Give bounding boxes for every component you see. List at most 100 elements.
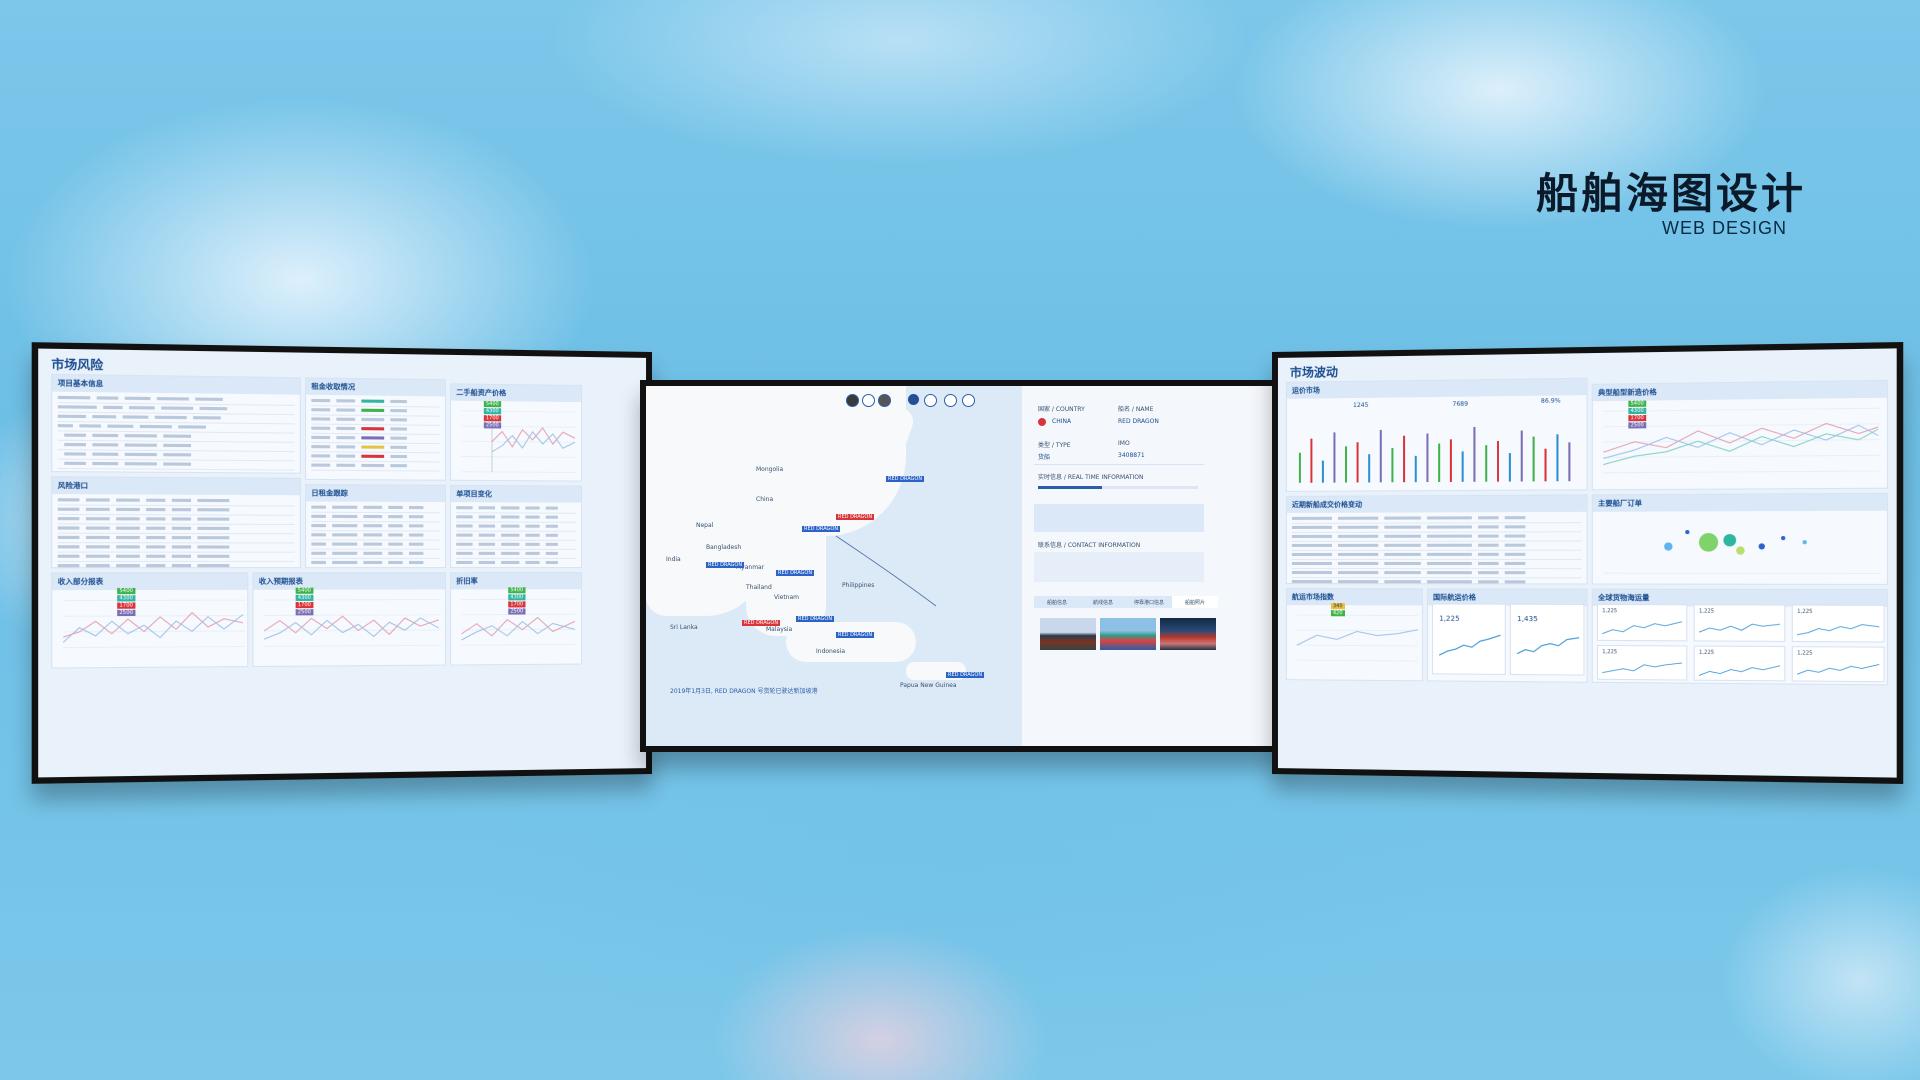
map-caption: 2019年1月3日, RED DRAGON 号货轮已驶达新加坡港 [670, 688, 818, 695]
sparkline [1437, 629, 1503, 660]
chart-bar [1403, 435, 1406, 483]
line-chart [254, 589, 445, 664]
panel-title: 运价市场 [1286, 378, 1587, 399]
legend-tag: 5400 [295, 587, 314, 594]
alert-vessel-tag[interactable]: RED DRAGON [836, 514, 875, 520]
table-row [456, 531, 576, 541]
panel-global-shipping: 全球货物海运量 1,225 1,225 1,225 1,225 1,225 1,… [1591, 588, 1888, 686]
panel-title: 近期新船成交价格变动 [1286, 495, 1587, 513]
contact-label: 联系信息 / CONTACT INFORMATION [1038, 542, 1141, 549]
sparkline [1600, 658, 1684, 679]
route-line [835, 535, 937, 607]
tab-route-info[interactable]: 航线信息 [1080, 596, 1126, 608]
table [52, 494, 299, 569]
progress-fill [1038, 486, 1102, 489]
panel-income-share: 收入部分报表 5400 4300 1700 2500 [51, 572, 249, 669]
left-monitor: 市场风险 项目基本信息 租金收取情况 二手船资产价格 5400 4300 170… [31, 342, 653, 784]
name-value: RED DRAGON [1118, 418, 1159, 425]
center-screen: Mongolia China Nepal Bangladesh India My… [646, 386, 1282, 746]
vessel-tag[interactable]: RED DRAGON [886, 476, 925, 482]
volume-card[interactable]: 1,225 [1596, 603, 1688, 642]
sparkline [1795, 618, 1881, 639]
tab-port-info[interactable]: 停靠港口信息 [1126, 596, 1172, 608]
vessel-tag[interactable]: RED DRAGON [836, 632, 875, 638]
table-row [1291, 532, 1582, 542]
legend-tag: 4300 [295, 594, 314, 601]
table [306, 395, 445, 474]
country-value: CHINA [1052, 418, 1072, 425]
legend-tag: 1700 [508, 601, 526, 608]
volume-value: 1,225 [1797, 608, 1813, 616]
panel-intl-price: 国际航运价格 1,225 1,435 [1426, 588, 1588, 683]
stat-value: 86.9% [1540, 397, 1561, 405]
vessel-tag[interactable]: RED DRAGON [776, 570, 815, 576]
imo-label: IMO [1118, 440, 1130, 447]
value-tag: 420 [1330, 610, 1345, 617]
map-view[interactable]: Mongolia China Nepal Bangladesh India My… [646, 386, 1022, 746]
table-row [1291, 550, 1582, 560]
chart-bar [1344, 446, 1348, 483]
chart-bar [1414, 455, 1417, 483]
vessel-tag[interactable]: RED DRAGON [946, 672, 985, 678]
chart-bar [1310, 438, 1313, 483]
volume-card[interactable]: 1,225 [1693, 604, 1786, 642]
layers-icon[interactable] [908, 394, 919, 405]
ship-icon[interactable] [846, 394, 859, 407]
flag-icon [1038, 418, 1046, 426]
ship-photo[interactable] [1040, 618, 1096, 650]
volume-card[interactable]: 1,225 [1693, 645, 1786, 682]
table-row [311, 521, 440, 532]
legend-tag: 2500 [1628, 422, 1646, 429]
table-row [311, 461, 440, 472]
chart-bar [1568, 442, 1571, 482]
legend-tag: 5400 [117, 587, 136, 595]
table [1287, 512, 1587, 585]
panel-title: 日租金跟踪 [306, 485, 445, 503]
panel-project-change: 单项目变化 [450, 484, 583, 569]
volume-card[interactable]: 1,225 [1596, 644, 1688, 681]
volume-card[interactable]: 1,225 [1791, 646, 1885, 683]
tab-ship-info[interactable]: 船舶信息 [1034, 596, 1080, 608]
legend-tag: 5400 [1628, 400, 1646, 407]
vessel-tag[interactable]: RED DRAGON [796, 616, 835, 622]
tab-ship-photos[interactable]: 船舶照片 [1172, 596, 1218, 608]
table-row [456, 558, 576, 569]
chart-bar [1532, 436, 1535, 482]
table-row [311, 540, 440, 550]
name-label: 船名 / NAME [1118, 406, 1154, 413]
chart-bar [1356, 442, 1359, 483]
link-icon[interactable] [944, 394, 957, 407]
sparkline [1795, 660, 1881, 682]
value-tag: 340 [1330, 603, 1345, 610]
table-row [57, 561, 295, 569]
volume-card[interactable]: 1,225 [1791, 604, 1885, 643]
panel-title: 单项目变化 [451, 485, 582, 503]
port-photo[interactable] [1100, 618, 1156, 650]
panel-title: 主要船厂订单 [1592, 493, 1887, 512]
info-icon[interactable] [962, 394, 975, 407]
vessel-tag[interactable]: RED DRAGON [802, 526, 841, 532]
globe-icon[interactable] [862, 394, 875, 407]
panel-income-forecast: 收入预期报表 5400 4300 1700 2500 [252, 572, 446, 668]
world-icon[interactable] [878, 394, 891, 407]
sparkline [1697, 659, 1782, 680]
panel-ship-price: 典型船型新造价格 5400 4300 1700 2500 [1591, 379, 1888, 491]
legend-tag: 1700 [1628, 414, 1646, 422]
panel-title: 航运市场指数 [1286, 589, 1422, 606]
price-card[interactable]: 1,225 [1432, 603, 1506, 675]
table-row [57, 524, 295, 535]
table-row [311, 549, 440, 559]
container-photo[interactable] [1160, 618, 1216, 650]
legend-tag: 5400 [508, 587, 526, 594]
vessel-tag[interactable]: RED DRAGON [706, 562, 745, 568]
volume-value: 1,225 [1698, 608, 1715, 615]
country-label: 国家 / COUNTRY [1038, 406, 1085, 413]
price-card[interactable]: 1,435 [1509, 603, 1585, 676]
table-row [1291, 559, 1582, 570]
sparkline [1697, 618, 1782, 639]
volume-value: 1,225 [1797, 650, 1813, 657]
settings-icon[interactable] [924, 394, 937, 407]
alert-vessel-tag[interactable]: RED DRAGON [742, 620, 781, 626]
legend-tag: 4300 [483, 408, 501, 415]
panel-title: 收入部分报表 [52, 573, 248, 591]
